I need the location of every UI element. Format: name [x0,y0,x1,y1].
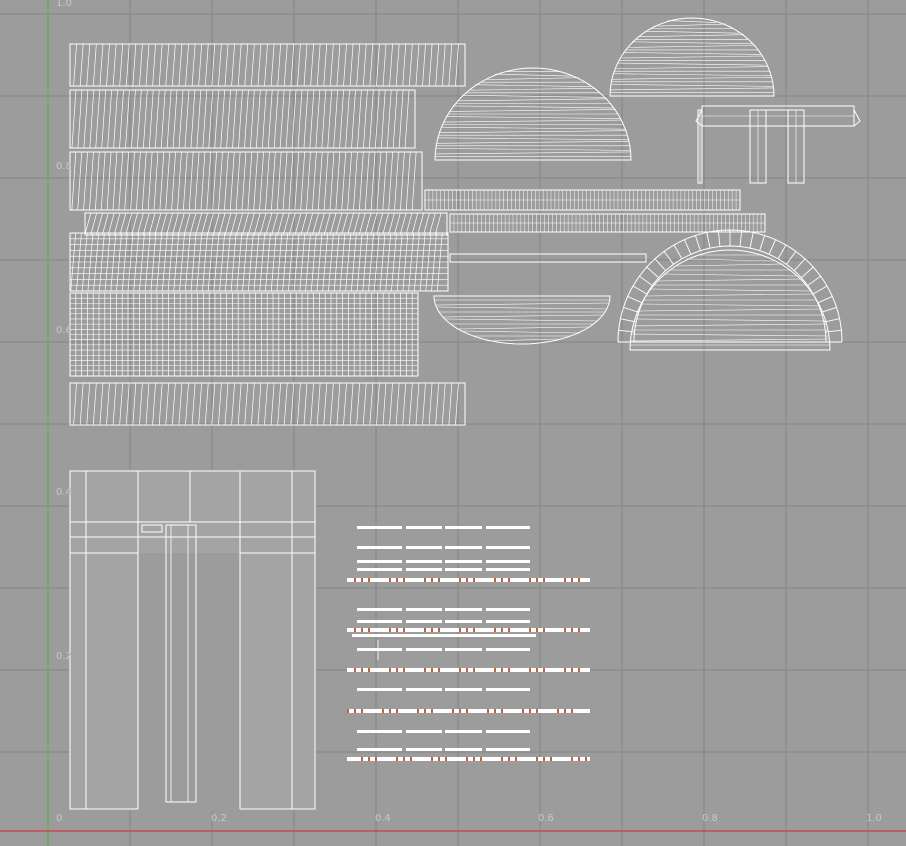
wall-strip-4[interactable] [84,212,448,236]
wall-strip-3[interactable] [69,151,423,211]
uv-islands[interactable] [69,17,861,811]
plank-block[interactable] [347,526,590,761]
v-tick-label-0.2: 0.2 [56,651,72,662]
trim-strip-2[interactable] [449,213,766,233]
u-tick-label-0.8: 0.8 [702,813,718,824]
v-tick-label-0.6: 0.6 [56,325,72,336]
wall-strip-5[interactable] [69,232,449,292]
u-tick-label-0.2: 0.2 [211,813,227,824]
dome-half-1[interactable] [434,67,632,161]
wall-strip-6[interactable] [69,292,419,377]
wall-strip-2[interactable] [69,89,416,149]
bench-frame[interactable] [695,105,861,184]
u-tick-label-0.6: 0.6 [538,813,554,824]
wall-strip-7[interactable] [69,382,466,426]
v-tick-label-1.0: 1.0 [56,0,72,9]
dome-half-4[interactable] [629,249,831,351]
dome-half-2[interactable] [609,17,775,97]
u-tick-label-0.4: 0.4 [375,813,391,824]
v-tick-label-0.4: 0.4 [56,487,72,498]
trim-strip-3[interactable] [449,253,647,263]
u-tick-label-1.0: 1.0 [866,813,882,824]
v-tick-label-0.8: 0.8 [56,161,72,172]
uv-canvas[interactable]: 0 0.2 0.4 0.6 0.8 1.0 1.0 0.8 0.6 0.4 0.… [0,0,906,846]
u-tick-label-0: 0 [56,813,62,824]
uv-editor-viewport[interactable]: 0 0.2 0.4 0.6 0.8 1.0 1.0 0.8 0.6 0.4 0.… [0,0,906,846]
wall-strip-1[interactable] [69,43,466,87]
trim-strip-1[interactable] [424,189,741,211]
dome-half-3[interactable] [433,295,611,345]
door-frame[interactable] [69,470,316,811]
